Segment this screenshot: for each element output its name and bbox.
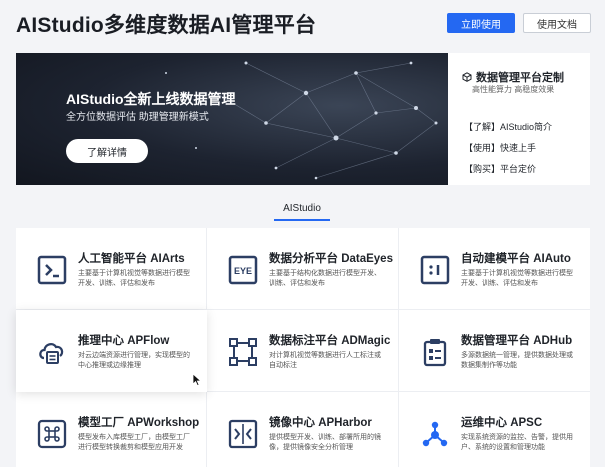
hero-title: AIStudio全新上线数据管理 — [66, 91, 236, 107]
link-pricing[interactable]: 【购买】平台定价 — [464, 162, 536, 175]
product-card-apworkshop[interactable]: 模型工厂 APWorkshop 模型发布入库模型工厂，由模型工厂进行模型转换裁剪… — [16, 392, 207, 467]
product-card-apsc[interactable]: 运维中心 APSC 实现系统资源的监控、告警，提供用户、系统的设置和管理功能 — [399, 392, 590, 467]
product-card-aiauto[interactable]: 自动建模平台 AIAuto 主要基于计算机视觉等数据进行模型开发、训练、评估和发… — [399, 228, 590, 310]
product-card-apharbor[interactable]: 镜像中心 APHarbor 提供模型开发、训练、部署所用的镜像，提供镜像安全分析… — [207, 392, 399, 467]
page-title: AIStudio多维度数据AI管理平台 — [16, 14, 317, 37]
cube-icon — [462, 72, 472, 82]
top-bar: AIStudio多维度数据AI管理平台 立即使用 使用文档 — [0, 0, 605, 44]
product-title: 镜像中心 APHarbor — [269, 417, 372, 429]
side-panel-title: 数据管理平台定制 — [476, 72, 564, 84]
learn-more-button[interactable]: 了解详情 — [66, 139, 148, 163]
product-card-apflow[interactable]: 推理中心 APFlow 对云边端资源进行管理，实现模型的中心推理或边缘推理 — [16, 310, 207, 392]
mirror-icon — [228, 419, 258, 449]
product-card-aiarts[interactable]: 人工智能平台 AIArts 主要基于计算机视觉等数据进行模型开发、训练、评估和发… — [16, 228, 207, 310]
network-icon — [422, 421, 448, 447]
cloud-inference-icon — [39, 343, 64, 364]
product-title: 人工智能平台 AIArts — [78, 253, 185, 265]
link-quickstart[interactable]: 【使用】快速上手 — [464, 141, 536, 154]
clipboard-icon — [423, 339, 447, 367]
product-title: 自动建模平台 AIAuto — [461, 253, 571, 265]
side-panel-header: 数据管理平台定制 — [462, 69, 564, 85]
tab-aistudio[interactable]: AIStudio — [270, 203, 334, 214]
product-card-adhub[interactable]: 数据管理平台 ADHub 多源数据统一管理，提供数据处理或数据集制作等功能 — [399, 310, 590, 392]
product-title: 数据分析平台 DataEyes — [269, 253, 393, 265]
product-title: 模型工厂 APWorkshop — [78, 417, 200, 429]
tab-active-indicator — [274, 219, 330, 221]
svg-text:EYE: EYE — [234, 266, 252, 276]
hero-subtitle: 全方位数据评估 助理管理新模式 — [66, 112, 209, 123]
product-description: 主要基于结构化数据进行模型开发、训练、评估和发布 — [269, 270, 381, 287]
start-using-button[interactable]: 立即使用 — [447, 13, 515, 33]
mouse-cursor-icon — [192, 373, 202, 387]
product-title: 数据标注平台 ADMagic — [269, 335, 391, 347]
product-description: 实现系统资源的监控、告警，提供用户、系统的设置和管理功能 — [461, 434, 573, 451]
side-panel-subtitle: 高性能算力 高稳度效果 — [472, 85, 555, 94]
docs-button[interactable]: 使用文档 — [523, 13, 591, 33]
eye-icon: EYE — [228, 255, 258, 285]
product-card-dataeyes[interactable]: EYE 数据分析平台 DataEyes 主要基于结构化数据进行模型开发、训练、评… — [207, 228, 399, 310]
product-description: 模型发布入库模型工厂，由模型工厂进行模型转换裁剪和模型应用开发 — [78, 434, 190, 451]
product-title: 运维中心 APSC — [461, 417, 543, 429]
product-description: 主要基于计算机视觉等数据进行模型开发、训练、评估和发布 — [78, 270, 190, 287]
product-description: 主要基于计算机视觉等数据进行模型开发、训练、评估和发布 — [461, 270, 573, 287]
product-card-admagic[interactable]: 数据标注平台 ADMagic 对计算机视觉等数据进行人工标注或自动标注 — [207, 310, 399, 392]
annotation-icon — [229, 338, 257, 366]
product-description: 多源数据统一管理，提供数据处理或数据集制作等功能 — [461, 352, 573, 369]
hero-banner: AIStudio全新上线数据管理 全方位数据评估 助理管理新模式 了解详情 — [16, 53, 448, 185]
link-intro[interactable]: 【了解】AIStudio简介 — [464, 120, 552, 133]
product-grid: 人工智能平台 AIArts 主要基于计算机视觉等数据进行模型开发、训练、评估和发… — [16, 228, 590, 467]
auto-model-icon — [420, 255, 450, 285]
command-icon — [37, 419, 67, 449]
product-title: 推理中心 APFlow — [78, 335, 170, 347]
side-panel: 数据管理平台定制 高性能算力 高稳度效果 【了解】AIStudio简介 【使用】… — [448, 53, 590, 185]
product-description: 对计算机视觉等数据进行人工标注或自动标注 — [269, 352, 381, 369]
product-title: 数据管理平台 ADHub — [461, 335, 573, 347]
terminal-icon — [37, 255, 67, 285]
product-description: 提供模型开发、训练、部署所用的镜像，提供镜像安全分析管理 — [269, 434, 381, 451]
product-description: 对云边端资源进行管理，实现模型的中心推理或边缘推理 — [78, 352, 190, 369]
